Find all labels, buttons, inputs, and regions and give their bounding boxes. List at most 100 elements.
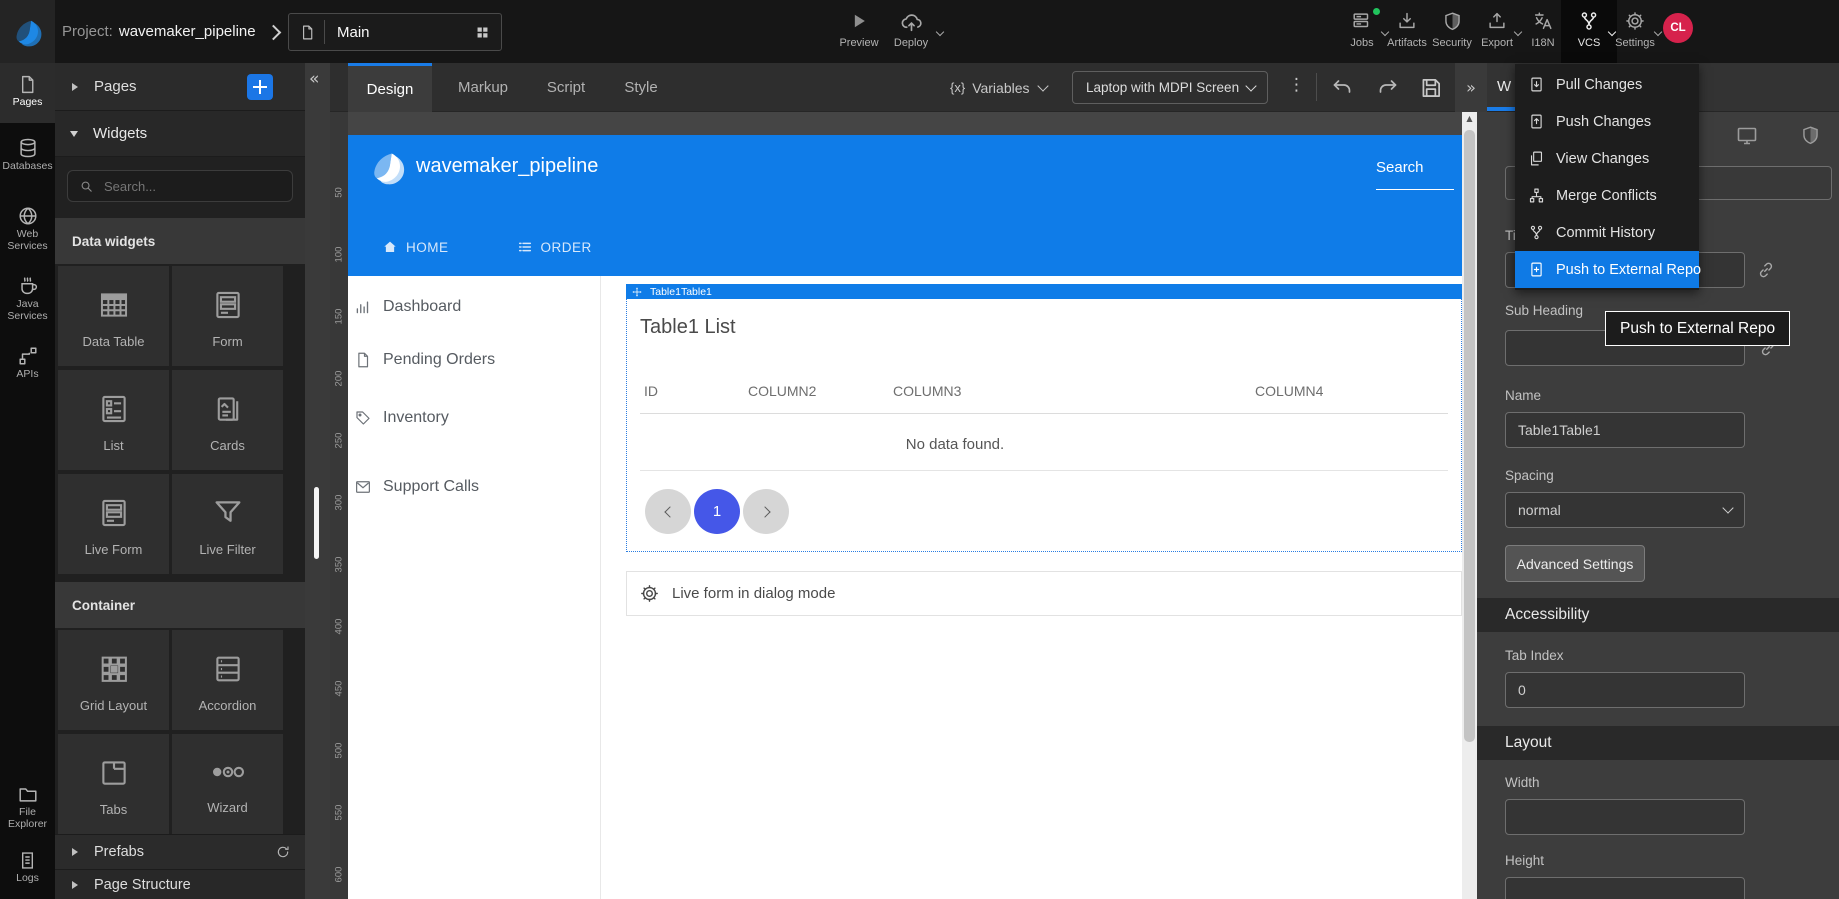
tab-markup[interactable]: Markup [446,63,520,112]
menu-item-pull-changes[interactable]: Pull Changes [1515,66,1699,103]
side-nav-support-calls[interactable]: Support Calls [383,478,479,496]
undo-icon[interactable] [1330,76,1354,100]
shield-icon [1442,11,1463,32]
widget-card-tabs[interactable]: Tabs [58,734,169,834]
rail-item-file-explorer[interactable]: File Explorer [0,775,55,837]
widget-card-cards[interactable]: Cards [172,370,283,470]
cards-icon [211,392,245,426]
redo-icon[interactable] [1376,76,1400,100]
variables-icon: {x} [950,80,965,95]
collapse-panel-button[interactable]: « [309,69,319,89]
nav-order[interactable]: ORDER [541,240,592,255]
widget-card-accordion[interactable]: Accordion [172,630,283,730]
rail-item-apis[interactable]: APIs [0,337,55,395]
page-structure-tree-header[interactable]: Page Structure [55,870,305,899]
spacing-select[interactable]: normal [1505,492,1745,528]
tab-style[interactable]: Style [612,63,670,112]
canvas-scrollbar[interactable]: ▲ [1462,112,1477,899]
refresh-icon[interactable] [275,844,291,860]
pagination-page-1[interactable]: 1 [694,489,740,534]
app-header[interactable]: wavemaker_pipeline Search HOME ORDER [348,135,1462,276]
tab-script[interactable]: Script [534,63,598,112]
vcs-menu: Pull Changes Push Changes View Changes M… [1515,64,1699,290]
scrollbar-up-icon[interactable]: ▲ [1462,114,1477,123]
menu-item-commit-history[interactable]: Commit History [1515,214,1699,251]
height-input[interactable] [1505,877,1745,899]
page-grid-icon[interactable] [474,24,491,41]
kebab-menu-icon[interactable]: ⋮ [1288,75,1305,95]
rail-item-java-services[interactable]: Java Services [0,267,55,333]
rail-item-logs[interactable]: Logs [0,841,55,895]
tab-index-label: Tab Index [1505,648,1564,663]
gear-icon [1624,10,1646,32]
widget-card-live-form[interactable]: Live Form [58,474,169,574]
pagination-prev-button[interactable] [645,489,691,534]
widgets-tree-header[interactable]: Widgets [55,111,305,157]
rail-item-databases[interactable]: Databases [0,129,55,189]
page-tab[interactable]: Main [288,13,502,51]
rail-item-web-services[interactable]: Web Services [0,197,55,263]
coffee-icon [17,275,39,297]
properties-tab-label[interactable]: W [1497,78,1511,95]
rail-item-pages[interactable]: Pages [0,63,55,123]
menu-item-push-to-external-repo[interactable]: Push to External Repo [1515,251,1699,288]
device-preview-icon[interactable] [1735,124,1759,148]
widget-card-form[interactable]: Form [172,266,283,366]
scrollbar-thumb[interactable] [1464,130,1475,742]
move-icon[interactable] [632,287,642,297]
vcs-branch-icon [1578,10,1600,32]
menu-item-view-changes[interactable]: View Changes [1515,140,1699,177]
live-form-widget[interactable]: Live form in dialog mode [626,571,1462,616]
widget-card-live-filter[interactable]: Live Filter [172,474,283,574]
widget-card-grid-layout[interactable]: Grid Layout [58,630,169,730]
shield-icon[interactable] [1800,125,1821,146]
device-selector[interactable]: Laptop with MDPI Screen [1072,71,1268,104]
avatar[interactable]: CL [1663,13,1693,43]
widget-card-data-table[interactable]: Data Table [58,266,169,366]
app-search-link[interactable]: Search [1376,159,1454,190]
pull-changes-icon [1528,76,1545,93]
wavemaker-logo-icon [13,17,43,47]
preview-label: Preview [831,37,887,49]
pagination-next-button[interactable] [743,489,789,534]
widget-card-label: Data Table [58,334,169,349]
side-nav-dashboard[interactable]: Dashboard [383,298,461,316]
tab-design[interactable]: Design [348,63,432,112]
prefabs-label: Prefabs [94,844,144,860]
column-header-column2[interactable]: COLUMN2 [748,383,816,399]
column-header-column3[interactable]: COLUMN3 [893,383,961,399]
side-nav-inventory[interactable]: Inventory [383,409,449,427]
selected-widget-tag[interactable]: Table1Table1 [626,284,1462,299]
widget-search[interactable] [67,170,293,202]
pages-tree-header[interactable]: Pages [55,63,305,111]
preview-button[interactable]: Preview [831,9,887,49]
deploy-button[interactable]: Deploy [883,9,939,49]
advanced-settings-button[interactable]: Advanced Settings [1505,545,1645,582]
search-input[interactable] [102,178,276,195]
nav-home[interactable]: HOME [406,240,449,255]
wizard-steps-icon [210,754,246,790]
accessibility-section-header[interactable]: Accessibility [1477,598,1839,632]
column-header-column4[interactable]: COLUMN4 [1255,383,1323,399]
column-header-id[interactable]: ID [644,383,658,399]
add-page-button[interactable] [247,74,273,100]
inventory-tag-icon [354,409,372,427]
bind-link-icon[interactable] [1756,260,1776,280]
gear-icon [639,583,660,604]
expand-panel-button[interactable]: » [1455,63,1487,112]
prefabs-tree-header[interactable]: Prefabs [55,834,305,870]
tab-index-input[interactable] [1505,672,1745,708]
variables-dropdown[interactable]: {x} Variables [950,63,1047,112]
menu-item-merge-conflicts[interactable]: Merge Conflicts [1515,177,1699,214]
layout-section-header[interactable]: Layout [1477,726,1839,760]
settings-button[interactable]: Settings [1607,9,1663,49]
menu-item-push-changes[interactable]: Push Changes [1515,103,1699,140]
panel-scrollbar[interactable] [314,487,319,559]
app-logo[interactable] [0,0,55,63]
widget-card-wizard[interactable]: Wizard [172,734,283,834]
side-nav-pending-orders[interactable]: Pending Orders [383,351,495,369]
save-icon[interactable] [1418,75,1444,101]
name-input[interactable] [1505,412,1745,448]
width-input[interactable] [1505,799,1745,835]
widget-card-list[interactable]: List [58,370,169,470]
